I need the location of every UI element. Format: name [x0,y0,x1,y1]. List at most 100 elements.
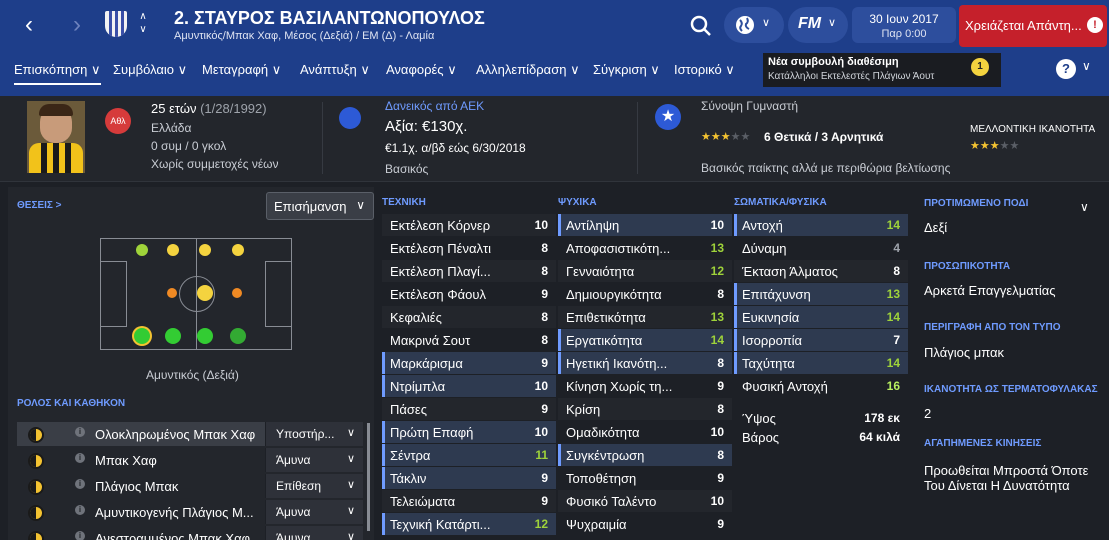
position-dot[interactable] [197,328,213,344]
highlight-dropdown[interactable]: Επισήμανση ∨ [266,192,374,220]
position-dot[interactable] [230,328,246,344]
attribute-value: 8 [717,287,724,301]
duty-dropdown[interactable]: Άμυνα ∨ [265,448,363,472]
tip-notification[interactable]: Νέα συμβουλή διαθέσιμη Κατάλληλοι Εκτελε… [763,53,1001,87]
attribute-row[interactable]: Πάσες 9 [382,398,556,420]
tab-contract[interactable]: Συμβόλαιο ∨ [113,62,187,78]
attribute-row[interactable]: Γενναιότητα 12 [558,260,732,282]
attribute-row[interactable]: Επιθετικότητα 13 [558,306,732,328]
game-date[interactable]: 30 Ιουν 2017 Παρ 0:00 [852,7,956,43]
attribute-row[interactable]: Έκταση Άλματος 8 [734,260,908,282]
role-rating-icon [28,505,44,521]
duty-dropdown[interactable]: Άμυνα ∨ [265,526,363,540]
role-row[interactable]: i Αμυντικογενής Πλάγιος Μ... Άμυνα ∨ [17,500,363,524]
attribute-row[interactable]: Συγκέντρωση 8 [558,444,732,466]
continue-alert-button[interactable]: Χρειάζεται Απάντη... ! [959,5,1107,47]
info-icon[interactable]: i [75,531,85,540]
role-row[interactable]: i Μπακ Χαφ Άμυνα ∨ [17,448,363,472]
attribute-row[interactable]: Δημιουργικότητα 8 [558,283,732,305]
world-menu-button[interactable]: ∨ [724,7,784,43]
coach-summary[interactable]: 6 Θετικά / 3 Αρνητικά [764,130,883,144]
attribute-value: 9 [541,356,548,370]
tab-comparison[interactable]: Σύγκριση ∨ [593,62,660,78]
positions-link[interactable]: ΘΕΣΕΙΣ > [17,200,62,211]
attribute-row[interactable]: Εκτέλεση Πέναλτι 8 [382,237,556,259]
duty-dropdown[interactable]: Άμυνα ∨ [265,500,363,524]
attribute-row[interactable]: Ισορροπία 7 [734,329,908,351]
forward-arrow-icon[interactable]: › [62,10,92,40]
attribute-row[interactable]: Ευκινησία 14 [734,306,908,328]
tab-overview[interactable]: Επισκόπηση ∨ [14,62,101,85]
attribute-row[interactable]: Τελειώματα 9 [382,490,556,512]
attribute-row[interactable]: Επιτάχυνση 13 [734,283,908,305]
position-dot[interactable] [167,288,177,298]
info-icon[interactable]: i [75,453,85,463]
attribute-row[interactable]: Πρώτη Επαφή 10 [382,421,556,443]
attribute-value: 10 [534,425,548,439]
attribute-row[interactable]: Ομαδικότητα 10 [558,421,732,443]
tab-interaction[interactable]: Αλληλεπίδραση ∨ [476,62,580,78]
info-icon[interactable]: i [75,479,85,489]
attribute-row[interactable]: Εκτέλεση Κόρνερ 10 [382,214,556,236]
date-time: Παρ 0:00 [881,28,927,40]
attribute-row[interactable]: Ταχύτητα 14 [734,352,908,374]
info-icon[interactable]: i [75,505,85,515]
help-icon[interactable]: ? [1056,59,1076,79]
attribute-row[interactable]: Αντοχή 14 [734,214,908,236]
attribute-row[interactable]: Τάκλιν 9 [382,467,556,489]
attribute-value: 14 [886,356,900,370]
duty-dropdown[interactable]: Επίθεση ∨ [265,474,363,498]
attribute-row[interactable]: Σέντρα 11 [382,444,556,466]
attribute-row[interactable]: Μακρινά Σουτ 8 [382,329,556,351]
duty-dropdown[interactable]: Υποστήρ... ∨ [265,422,363,446]
attribute-value: 9 [717,471,724,485]
position-dot[interactable] [197,285,213,301]
back-arrow-icon[interactable]: ‹ [14,10,44,40]
tab-development[interactable]: Ανάπτυξη ∨ [300,62,370,78]
position-dot[interactable] [167,244,179,256]
attribute-row[interactable]: Κρίση 8 [558,398,732,420]
attribute-row[interactable]: Εκτέλεση Πλαγί... 8 [382,260,556,282]
role-row[interactable]: i Ανεστραμμένος Μπακ Χαφ Άμυνα ∨ [17,526,363,540]
attribute-row[interactable]: Ψυχραιμία 9 [558,513,732,535]
attribute-row[interactable]: Εκτέλεση Φάουλ 9 [382,283,556,305]
tab-history[interactable]: Ιστορικό ∨ [674,62,735,78]
info-icon[interactable]: i [75,427,85,437]
loan-from-link[interactable]: Δανεικός από ΑΕΚ [385,99,484,113]
position-dot[interactable] [199,244,211,256]
position-dot[interactable] [136,244,148,256]
chevron-down-icon[interactable]: ∨ [1080,200,1089,214]
tab-transfer[interactable]: Μεταγραφή ∨ [202,62,281,78]
search-icon[interactable] [688,13,714,39]
attribute-row[interactable]: Ηγετική Ικανότη... 8 [558,352,732,374]
attribute-row[interactable]: Ντρίμπλα 10 [382,375,556,397]
attribute-row[interactable]: Κεφαλιές 8 [382,306,556,328]
attribute-row[interactable]: Αποφασιστικότη... 13 [558,237,732,259]
attribute-row[interactable]: Μαρκάρισμα 9 [382,352,556,374]
player-name-title: 2. ΣΤΑΥΡΟΣ ΒΑΣΙΛΑΝΤΩΝΟΠΟΥΛΟΣ [174,8,485,28]
attribute-row[interactable]: Αντίληψη 10 [558,214,732,236]
attribute-row[interactable]: Εργατικότητα 14 [558,329,732,351]
attribute-row[interactable]: Τοποθέτηση 9 [558,467,732,489]
player-switch-arrows-icon[interactable]: ∧ ∨ [137,10,149,36]
position-dot[interactable] [232,244,244,256]
roles-scrollbar[interactable] [367,423,370,531]
role-row[interactable]: i Ολοκληρωμένος Μπακ Χαφ Υποστήρ... ∨ [17,422,363,446]
attribute-row[interactable]: Φυσική Αντοχή 16 [734,375,908,397]
personality-value: Αρκετά Επαγγελματίας [924,283,1056,298]
position-dot[interactable] [165,328,181,344]
fm-menu-button[interactable]: FM ∨ [788,7,848,43]
attribute-row[interactable]: Τεχνική Κατάρτι... 12 [382,513,556,535]
divider [322,102,323,174]
club-crest-icon [105,11,127,37]
attribute-row[interactable]: Δύναμη 4 [734,237,908,259]
tab-reports[interactable]: Αναφορές ∨ [386,62,457,78]
tip-badge-icon: 1 [971,58,989,76]
attribute-name: Φυσικό Ταλέντο [566,494,657,509]
attribute-row[interactable]: Κίνηση Χωρίς τη... 9 [558,375,732,397]
attribute-row[interactable]: Φυσικό Ταλέντο 10 [558,490,732,512]
chevron-down-icon[interactable]: ∨ [1082,59,1091,73]
position-dot[interactable] [232,288,242,298]
position-dot-selected[interactable] [134,328,150,344]
role-row[interactable]: i Πλάγιος Μπακ Επίθεση ∨ [17,474,363,498]
